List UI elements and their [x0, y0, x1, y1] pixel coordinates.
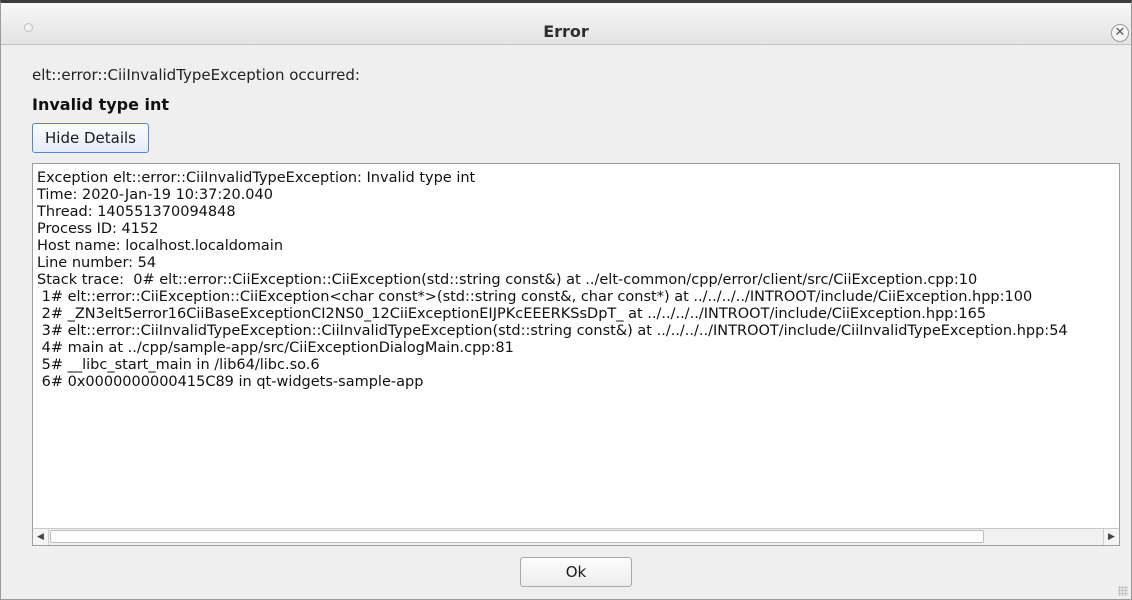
title-bar[interactable]: Error ✕: [1, 3, 1131, 45]
scroll-right-arrow-icon[interactable]: ▶: [1103, 529, 1119, 545]
close-icon: ✕: [1114, 25, 1126, 40]
ok-button[interactable]: Ok: [520, 557, 632, 587]
details-text-area[interactable]: Exception elt::error::CiiInvalidTypeExce…: [32, 163, 1120, 546]
details-text: Exception elt::error::CiiInvalidTypeExce…: [37, 170, 1068, 390]
hide-details-button[interactable]: Hide Details: [32, 123, 149, 153]
horizontal-scrollbar[interactable]: ◀ ▶: [33, 528, 1119, 545]
scroll-left-arrow-icon[interactable]: ◀: [33, 529, 49, 545]
error-dialog: Error ✕ elt::error::CiiInvalidTypeExcept…: [0, 0, 1132, 600]
dialog-title: Error: [543, 22, 589, 41]
scrollbar-thumb[interactable]: [50, 530, 984, 543]
exception-summary: elt::error::CiiInvalidTypeException occu…: [32, 66, 360, 84]
resize-grip-icon[interactable]: [1118, 586, 1128, 596]
close-button[interactable]: ✕: [1111, 24, 1129, 42]
exception-headline: Invalid type int: [32, 95, 170, 114]
